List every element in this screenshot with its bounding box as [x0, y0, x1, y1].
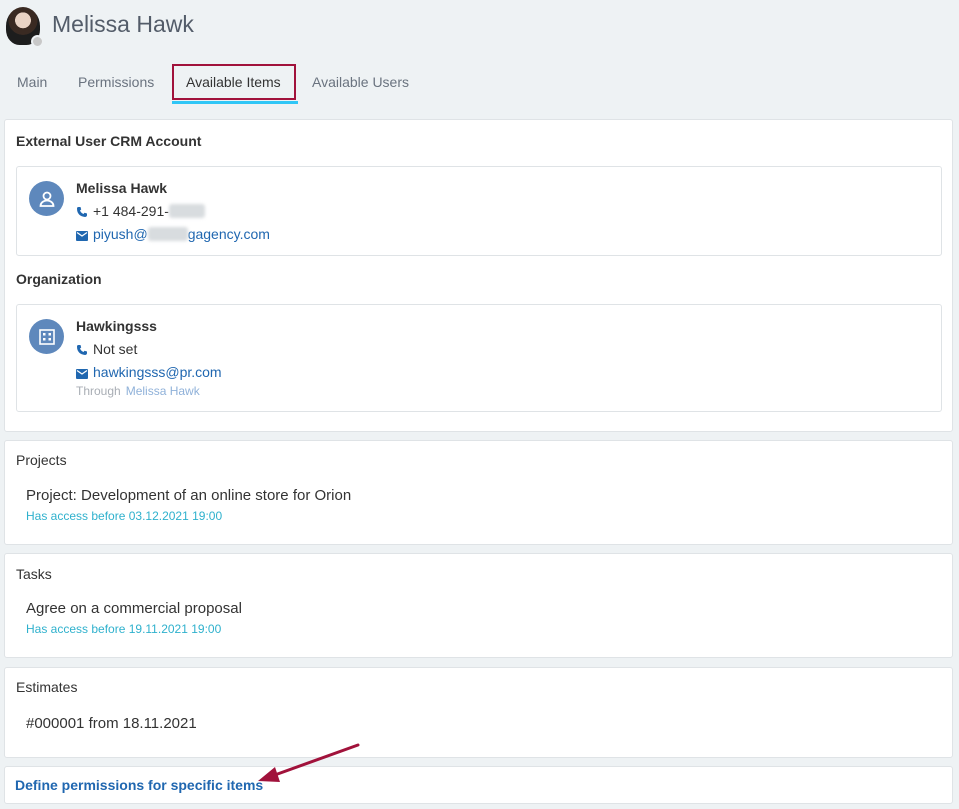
crm-section-title: External User CRM Account [16, 133, 202, 149]
organization-phone-value: Not set [93, 341, 138, 357]
redacted-phone [168, 204, 205, 218]
organization-email-value: hawkingsss@pr.com [93, 364, 222, 380]
define-permissions-link[interactable]: Define permissions for specific items [15, 777, 263, 793]
tab-main[interactable]: Main [5, 64, 59, 100]
page-header: Melissa Hawk [0, 0, 959, 60]
phone-icon [76, 343, 90, 359]
through-label: Through [76, 384, 121, 398]
contact-card: Melissa Hawk +1 484-291- piyush@ gagency.… [16, 166, 942, 256]
arrow-annotation [258, 743, 360, 782]
project-item-name[interactable]: Project: Development of an online store … [26, 487, 351, 504]
phone-icon [76, 205, 90, 221]
contact-phone-value: +1 484-291- [93, 203, 169, 219]
organization-section-title: Organization [16, 271, 102, 287]
project-item-access: Has access before 03.12.2021 19:00 [26, 509, 223, 523]
crm-account-card: External User CRM Account Melissa Hawk +… [4, 119, 953, 432]
person-icon [29, 181, 64, 216]
active-tab-underline [172, 101, 298, 104]
tab-bar: Main Permissions Available Items Availab… [0, 64, 959, 104]
tab-available-items[interactable]: Available Items [172, 64, 296, 100]
organization-phone: Not set [76, 341, 137, 359]
page-title: Melissa Hawk [52, 11, 194, 37]
through-contact-link[interactable]: Melissa Hawk [126, 384, 200, 398]
contact-phone: +1 484-291- [76, 203, 205, 221]
contact-email-prefix: piyush@ [93, 226, 148, 242]
mail-icon [76, 228, 90, 244]
tasks-title: Tasks [16, 566, 52, 582]
define-permissions-card: Define permissions for specific items [4, 766, 953, 804]
contact-email[interactable]: piyush@ gagency.com [76, 226, 270, 244]
status-dot [31, 35, 44, 48]
organization-email[interactable]: hawkingsss@pr.com [76, 364, 222, 382]
tab-permissions[interactable]: Permissions [66, 64, 166, 100]
organization-card: Hawkingsss Not set hawkingsss@pr.com Thr… [16, 304, 942, 412]
mail-icon [76, 366, 90, 382]
through-line: Through Melissa Hawk [76, 384, 200, 398]
task-item-name[interactable]: Agree on a commercial proposal [26, 600, 242, 617]
building-icon [29, 319, 64, 354]
task-item-access: Has access before 19.11.2021 19:00 [26, 622, 222, 636]
estimate-item-name[interactable]: #000001 from 18.11.2021 [26, 715, 197, 732]
estimates-title: Estimates [16, 679, 78, 695]
estimates-card: Estimates #000001 from 18.11.2021 [4, 667, 953, 758]
projects-card: Projects Project: Development of an onli… [4, 440, 953, 545]
contact-name: Melissa Hawk [76, 180, 168, 196]
tasks-card: Tasks Agree on a commercial proposal Has… [4, 553, 953, 658]
organization-name: Hawkingsss [76, 318, 157, 334]
tab-available-users[interactable]: Available Users [300, 64, 421, 100]
projects-title: Projects [16, 452, 67, 468]
contact-email-suffix: gagency.com [187, 226, 270, 242]
redacted-email [147, 227, 188, 241]
